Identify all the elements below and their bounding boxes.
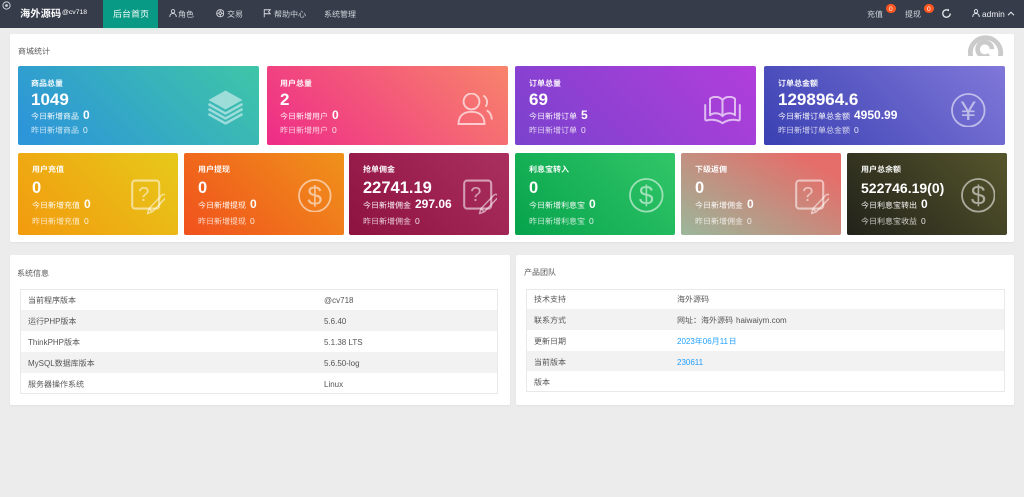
svg-text:$: $ [639, 181, 654, 211]
svg-text:0: 0 [83, 108, 90, 122]
svg-text:0: 0 [32, 179, 41, 197]
svg-text:0: 0 [529, 179, 538, 197]
svg-text:0: 0 [921, 216, 926, 226]
svg-text:haiwaiym.com: haiwaiym.com [736, 316, 787, 325]
svg-text:1049: 1049 [31, 90, 69, 109]
svg-text:297.06: 297.06 [415, 197, 452, 211]
svg-text:@cv718: @cv718 [324, 296, 354, 305]
svg-text:522746.19(0): 522746.19(0) [861, 180, 944, 196]
svg-text:22741.19: 22741.19 [363, 179, 432, 197]
svg-text:0: 0 [921, 197, 928, 211]
svg-text:0: 0 [747, 197, 754, 211]
svg-text:0: 0 [589, 216, 594, 226]
svg-text:0: 0 [250, 197, 257, 211]
svg-text:0: 0 [250, 216, 255, 226]
svg-text:0: 0 [84, 197, 91, 211]
svg-text:0: 0 [332, 108, 339, 122]
svg-text:ThinkPHP: ThinkPHP [28, 338, 64, 347]
svg-text:admin: admin [982, 9, 1005, 19]
svg-text:0: 0 [581, 125, 586, 135]
svg-text:$: $ [308, 181, 323, 211]
svg-text:Linux: Linux [324, 380, 343, 389]
svg-text:230611: 230611 [677, 358, 704, 367]
svg-text:0: 0 [84, 216, 89, 226]
svg-text:4950.99: 4950.99 [854, 108, 898, 122]
svg-text:2: 2 [280, 90, 289, 109]
svg-text:0: 0 [589, 197, 596, 211]
svg-text:0: 0 [695, 179, 704, 197]
svg-text:0: 0 [747, 216, 752, 226]
svg-text:2023: 2023 [677, 337, 695, 346]
svg-text:¥: ¥ [960, 95, 977, 125]
svg-text:06: 06 [703, 337, 712, 346]
svg-text:0: 0 [83, 125, 88, 135]
svg-text:0: 0 [198, 179, 207, 197]
svg-text:?: ? [470, 183, 481, 205]
svg-text:1298964.6: 1298964.6 [778, 90, 858, 109]
svg-text:0: 0 [889, 6, 893, 13]
svg-text:5: 5 [581, 108, 588, 122]
svg-text:0: 0 [927, 6, 931, 13]
svg-text:?: ? [139, 183, 150, 205]
svg-text:@cv718: @cv718 [62, 9, 87, 16]
svg-text:5.6.40: 5.6.40 [324, 317, 347, 326]
svg-text:0: 0 [854, 125, 859, 135]
svg-text:11: 11 [720, 337, 729, 346]
svg-text:69: 69 [529, 90, 548, 109]
svg-text:0: 0 [415, 216, 420, 226]
svg-text:$: $ [971, 181, 986, 211]
svg-text:MySQL: MySQL [28, 359, 55, 368]
svg-text:?: ? [802, 183, 813, 205]
svg-text:0: 0 [332, 125, 337, 135]
svg-text:5.1.38 LTS: 5.1.38 LTS [324, 338, 363, 347]
svg-text:PHP: PHP [44, 317, 60, 326]
svg-text:5.6.50-log: 5.6.50-log [324, 359, 360, 368]
